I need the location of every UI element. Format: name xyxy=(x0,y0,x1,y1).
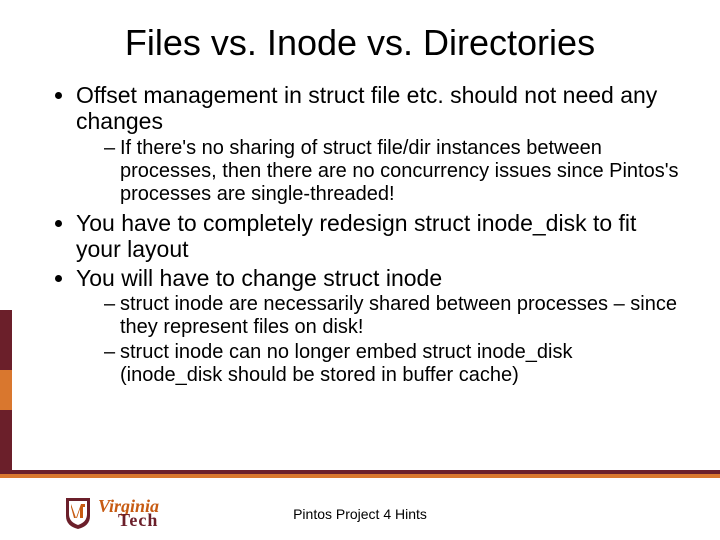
accent-bar-maroon-2 xyxy=(0,410,12,470)
bullet-3-sub-2: struct inode can no longer embed struct … xyxy=(104,341,680,387)
left-accent-bars xyxy=(0,310,12,470)
accent-bar-orange xyxy=(0,370,12,410)
bullet-1-sub-1: If there's no sharing of struct file/dir… xyxy=(104,137,680,206)
bullet-1: Offset management in struct file etc. sh… xyxy=(76,82,680,206)
slide: Files vs. Inode vs. Directories Offset m… xyxy=(0,0,720,540)
bullet-3-sub-1: struct inode are necessarily shared betw… xyxy=(104,293,680,339)
slide-body: Offset management in struct file etc. sh… xyxy=(0,74,720,387)
bullet-2: You have to completely redesign struct i… xyxy=(76,210,680,263)
bullet-3-sublist: struct inode are necessarily shared betw… xyxy=(76,293,680,387)
bullet-1-sublist: If there's no sharing of struct file/dir… xyxy=(76,137,680,206)
footer-text: Pintos Project 4 Hints xyxy=(0,506,720,522)
accent-bar-maroon xyxy=(0,310,12,370)
bullet-list: Offset management in struct file etc. sh… xyxy=(52,82,680,387)
bullet-3: You will have to change struct inode str… xyxy=(76,265,680,387)
bullet-1-text: Offset management in struct file etc. sh… xyxy=(76,82,657,134)
divider-stripe-orange xyxy=(0,474,720,478)
slide-title: Files vs. Inode vs. Directories xyxy=(0,0,720,74)
bullet-3-text: You will have to change struct inode xyxy=(76,265,442,291)
